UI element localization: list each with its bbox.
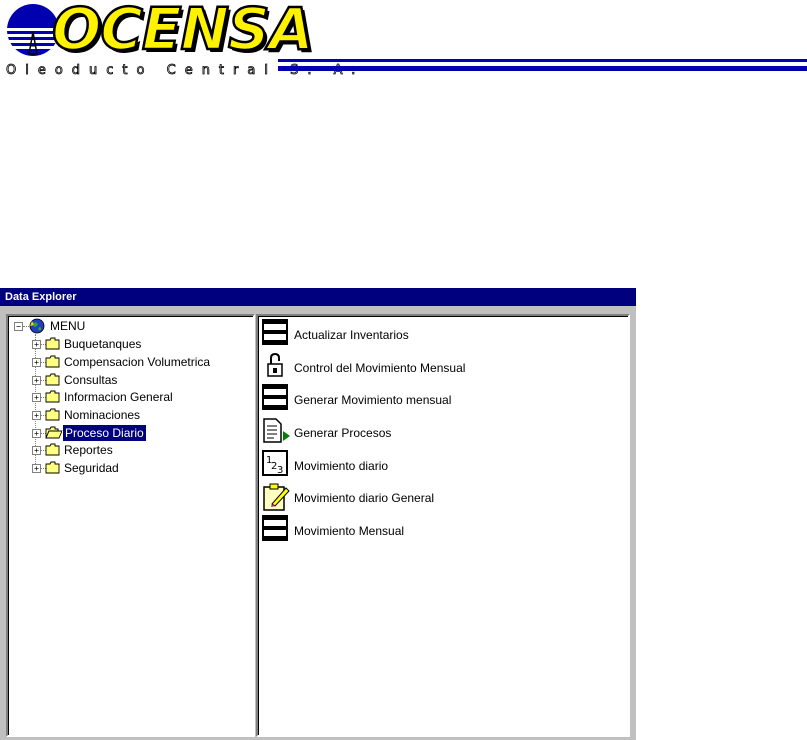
clipboard-icon	[263, 483, 290, 511]
form-icon	[262, 319, 288, 345]
data-explorer-window: Data Explorer − MENU + Buquetanques + Co…	[0, 288, 636, 740]
expand-icon[interactable]: +	[32, 464, 41, 473]
expand-icon[interactable]: +	[32, 429, 41, 438]
globe-icon	[29, 318, 45, 334]
expand-icon[interactable]: +	[32, 358, 41, 367]
logo-wordmark: OCENSA	[51, 0, 315, 63]
tree-label: Seguridad	[64, 461, 119, 475]
run-document-icon	[263, 418, 290, 443]
expand-icon[interactable]: +	[32, 446, 41, 455]
list-item-label: Control del Movimiento Mensual	[294, 361, 466, 375]
folder-icon	[45, 355, 60, 368]
tree-label-selected: Proceso Diario	[62, 424, 147, 442]
expand-icon[interactable]: +	[32, 376, 41, 385]
tree-node-informacion-general[interactable]: + Informacion General	[32, 389, 242, 405]
list-item-label: Movimiento diario	[294, 459, 389, 473]
tree-node-compensacion-volumetrica[interactable]: + Compensacion Volumetrica	[32, 354, 242, 370]
folder-icon	[45, 337, 60, 350]
form-icon	[262, 384, 288, 410]
tree-node-nominaciones[interactable]: + Nominaciones	[32, 407, 242, 423]
expand-icon[interactable]: +	[32, 340, 41, 349]
tree-label: Reportes	[64, 443, 113, 457]
tree-label: Informacion General	[64, 390, 173, 404]
expand-icon[interactable]: +	[32, 393, 41, 402]
svg-text:3: 3	[277, 465, 283, 476]
expand-icon[interactable]: +	[32, 411, 41, 420]
folder-icon	[45, 443, 60, 456]
list-item-label: Generar Movimiento mensual	[294, 393, 452, 407]
window-title: Data Explorer	[0, 288, 636, 306]
folder-icon	[45, 461, 60, 474]
tree-node-reportes[interactable]: + Reportes	[32, 442, 242, 458]
folder-icon	[45, 390, 60, 403]
tree-node-buquetanques[interactable]: + Buquetanques	[32, 336, 242, 352]
list-item-label: Actualizar Inventarios	[294, 328, 409, 342]
ocensa-logo: OCENSA Oleoducto Central S. A.	[0, 0, 807, 90]
tree-node-menu[interactable]: − MENU	[12, 318, 132, 334]
tree-pane[interactable]: − MENU + Buquetanques + Compensacion Vol…	[6, 314, 255, 737]
list-item-label: Movimiento Mensual	[294, 524, 405, 538]
logo-divider	[278, 66, 807, 71]
tree-node-proceso-diario[interactable]: + Proceso Diario	[32, 424, 242, 442]
folder-icon	[45, 373, 60, 386]
list-item-generar-movimiento-mensual[interactable]: Generar Movimiento mensual	[262, 384, 562, 414]
folder-open-icon	[45, 426, 63, 439]
numbers-icon: 1 2 3	[262, 450, 288, 476]
list-item-movimiento-mensual[interactable]: Movimiento Mensual	[262, 515, 562, 545]
folder-icon	[45, 408, 60, 421]
form-icon	[262, 515, 288, 541]
tree-label: Buquetanques	[64, 337, 142, 351]
list-item-movimiento-diario[interactable]: 1 2 3 Movimiento diario	[262, 450, 562, 480]
list-pane[interactable]: Actualizar Inventarios Control del Movim…	[256, 314, 630, 737]
list-item-control-movimiento-mensual[interactable]: Control del Movimiento Mensual	[262, 352, 562, 382]
list-item-movimiento-diario-general[interactable]: Movimiento diario General	[262, 482, 562, 512]
tree-label: Consultas	[64, 373, 118, 387]
logo-divider	[278, 59, 807, 62]
tree-node-consultas[interactable]: + Consultas	[32, 372, 242, 388]
tree-node-seguridad[interactable]: + Seguridad	[32, 460, 242, 476]
list-item-label: Movimiento diario General	[294, 491, 435, 505]
lock-icon	[267, 352, 283, 377]
list-item-actualizar-inventarios[interactable]: Actualizar Inventarios	[262, 319, 562, 349]
tree-label: Compensacion Volumetrica	[64, 355, 211, 369]
tree-label: Nominaciones	[64, 408, 141, 422]
list-item-label: Generar Procesos	[294, 426, 392, 440]
tree-label: MENU	[50, 319, 86, 333]
collapse-icon[interactable]: −	[14, 322, 23, 331]
list-item-generar-procesos[interactable]: Generar Procesos	[262, 417, 562, 447]
